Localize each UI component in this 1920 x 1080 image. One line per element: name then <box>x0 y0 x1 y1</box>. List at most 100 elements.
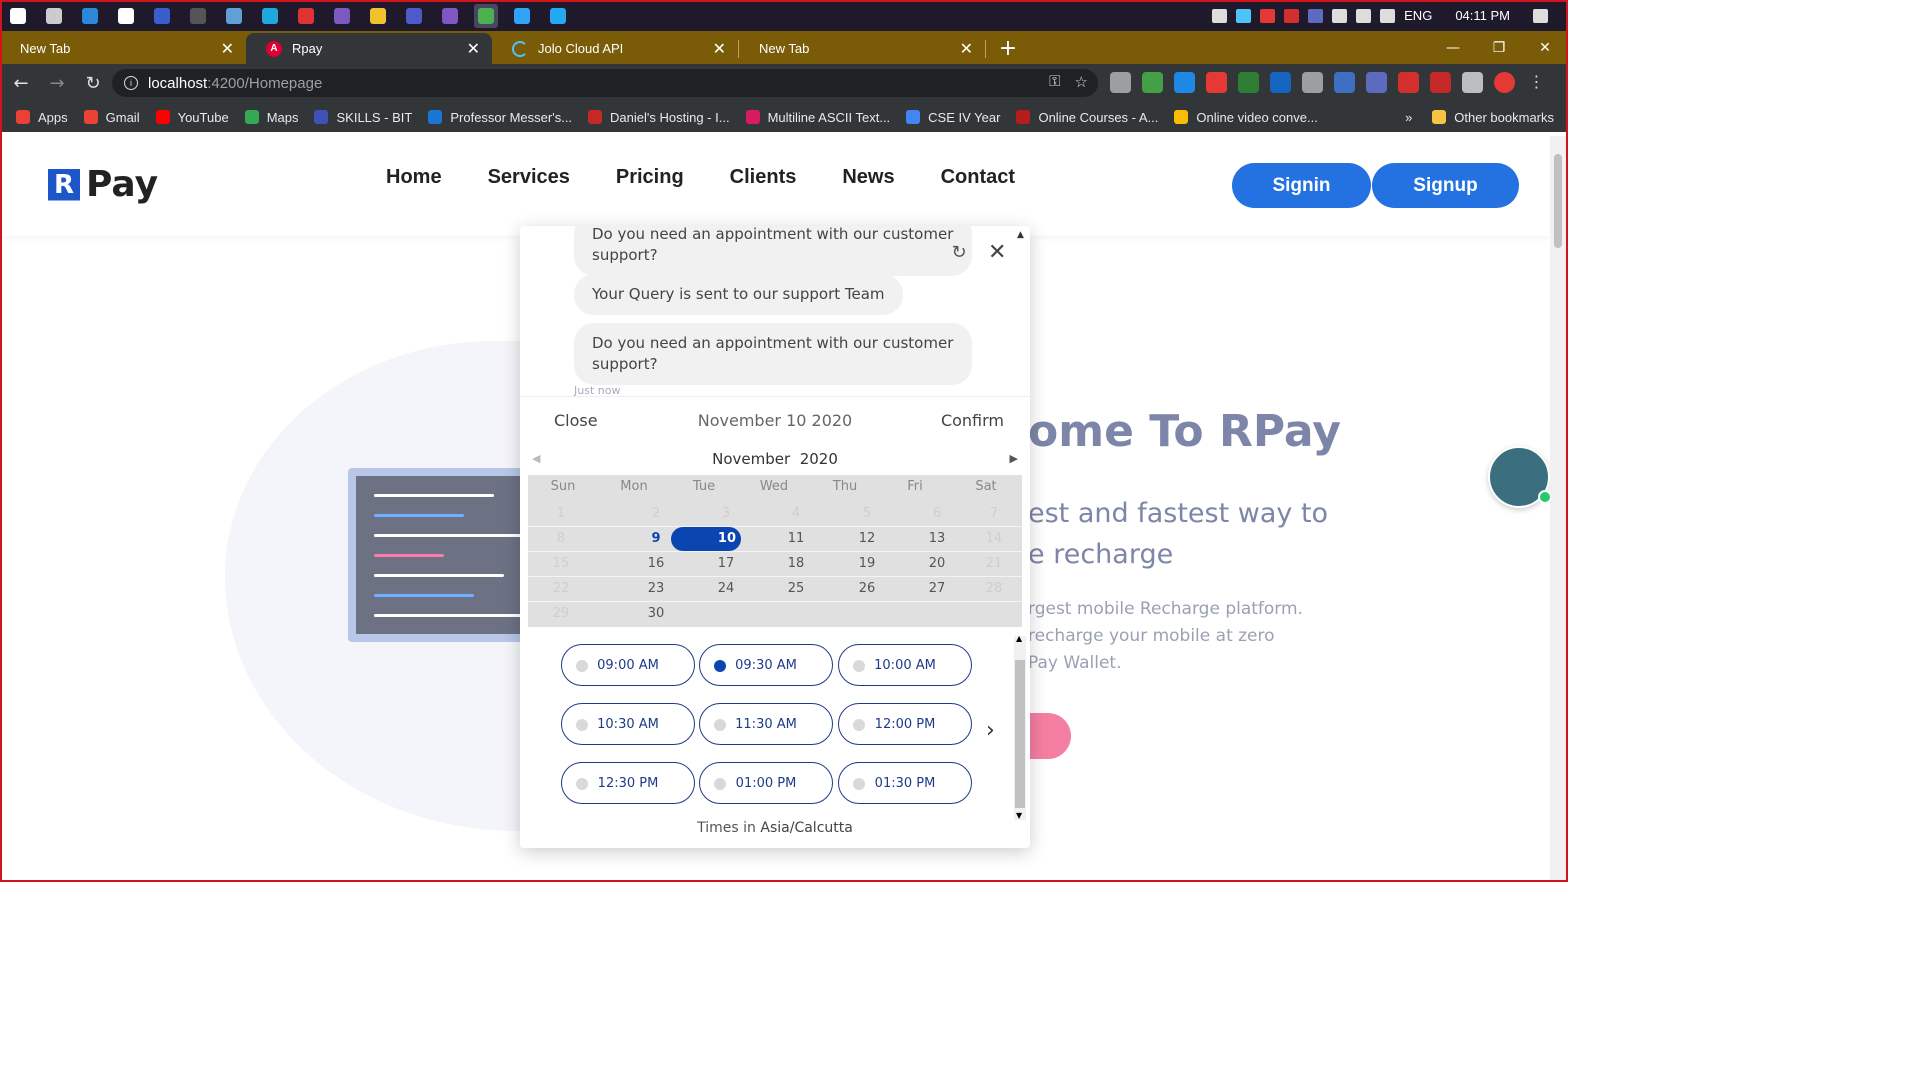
time-slot-option[interactable]: 09:30 AM <box>699 644 833 686</box>
calendar-day[interactable]: 12 <box>832 527 902 551</box>
nav-services[interactable]: Services <box>488 166 570 189</box>
calendar-close-button[interactable]: Close <box>554 411 598 430</box>
bookmark-item[interactable]: Maps <box>244 110 298 125</box>
tray-icon[interactable] <box>1332 8 1348 23</box>
bookmark-item[interactable]: YouTube <box>155 110 229 125</box>
bookmark-item[interactable]: Online Courses - A... <box>1016 110 1158 125</box>
bookmark-item[interactable]: Apps <box>16 110 68 125</box>
refresh-icon[interactable]: ↻ <box>948 241 970 263</box>
calendar-day[interactable]: 11 <box>761 527 831 551</box>
scroll-up-icon[interactable]: ▲ <box>1017 230 1024 240</box>
close-tab-icon[interactable]: ✕ <box>221 39 234 59</box>
task-view-icon[interactable] <box>42 4 66 28</box>
calendar-day[interactable]: 25 <box>761 577 831 601</box>
photos-icon[interactable] <box>222 4 246 28</box>
prev-month-icon[interactable]: ◀ <box>532 444 540 474</box>
signin-button[interactable]: Signin <box>1232 163 1371 208</box>
tray-icon[interactable] <box>1260 8 1276 23</box>
time-slot-option[interactable]: 10:00 AM <box>838 644 972 686</box>
vscode-icon[interactable] <box>546 4 570 28</box>
visio-icon[interactable] <box>150 4 174 28</box>
calendar-day[interactable]: 18 <box>761 552 831 576</box>
bookmark-item[interactable]: CSE IV Year <box>906 110 1000 125</box>
selected-day[interactable]: 10 <box>671 527 741 551</box>
extension-icon[interactable] <box>1142 72 1163 93</box>
reload-icon[interactable]: ↻ <box>78 68 108 98</box>
photoshop-icon[interactable] <box>510 4 534 28</box>
time-slot-option[interactable]: 09:00 AM <box>561 644 695 686</box>
puzzle-icon[interactable] <box>1462 72 1483 93</box>
bookmark-item[interactable]: SKILLS - BIT <box>314 110 412 125</box>
tray-icon[interactable] <box>1212 8 1228 23</box>
scroll-down-icon[interactable]: ▼ <box>1016 811 1022 820</box>
extension-icon[interactable] <box>1398 72 1419 93</box>
page-scrollbar[interactable] <box>1550 136 1566 880</box>
file-explorer-icon[interactable] <box>366 4 390 28</box>
tray-icon[interactable] <box>1380 8 1396 23</box>
extension-icon[interactable] <box>1206 72 1227 93</box>
close-tab-icon[interactable]: ✕ <box>713 39 726 59</box>
calendar-confirm-button[interactable]: Confirm <box>941 411 1004 430</box>
chatbot-avatar[interactable] <box>1488 446 1550 508</box>
visual-studio-icon[interactable] <box>438 4 462 28</box>
time-slot-option[interactable]: 10:30 AM <box>561 703 695 745</box>
nav-news[interactable]: News <box>842 166 894 189</box>
bookmark-item[interactable]: Daniel's Hosting - I... <box>588 110 730 125</box>
screen-tool-icon[interactable] <box>78 4 102 28</box>
extension-icon[interactable] <box>1270 72 1291 93</box>
close-icon[interactable]: ✕ <box>988 240 1006 265</box>
close-tab-icon[interactable]: ✕ <box>467 39 480 59</box>
address-bar[interactable]: i localhost :4200/Homepage ⚿ ☆ <box>112 69 1098 97</box>
restore-icon[interactable]: ❐ <box>1476 31 1522 64</box>
site-info-icon[interactable]: i <box>124 76 138 90</box>
tab-jolo-cloud-api[interactable]: Jolo Cloud API ✕ <box>492 33 738 64</box>
clock[interactable]: 04:11 PM <box>1455 8 1510 23</box>
close-tab-icon[interactable]: ✕ <box>960 39 973 59</box>
start-icon[interactable] <box>6 4 30 28</box>
tray-icon[interactable] <box>1308 8 1324 23</box>
translate-icon[interactable] <box>1334 72 1355 93</box>
tray-icon[interactable] <box>1284 8 1300 23</box>
extension-icon[interactable] <box>1110 72 1131 93</box>
extension-icon[interactable] <box>1302 72 1323 93</box>
chrome-icon[interactable] <box>474 3 498 28</box>
nav-contact[interactable]: Contact <box>941 166 1015 189</box>
extension-icon[interactable] <box>1366 72 1387 93</box>
calendar-day[interactable]: 17 <box>691 552 761 576</box>
time-slot-option[interactable]: 01:00 PM <box>699 762 833 804</box>
tray-icon[interactable] <box>1356 8 1372 23</box>
nav-home[interactable]: Home <box>386 166 442 189</box>
bookmark-item[interactable]: Gmail <box>83 110 140 125</box>
back-icon[interactable]: ← <box>6 68 36 98</box>
profile-icon[interactable] <box>1494 72 1515 93</box>
menu-icon[interactable]: ⋮ <box>1526 72 1547 93</box>
calendar-day[interactable]: 26 <box>832 577 902 601</box>
next-month-icon[interactable]: ▶ <box>1010 444 1018 474</box>
notion-icon[interactable] <box>114 4 138 28</box>
calendar-day[interactable]: 24 <box>691 577 761 601</box>
chevron-right-icon[interactable]: › <box>986 718 995 743</box>
visual-studio-icon[interactable] <box>330 4 354 28</box>
bookmark-item[interactable]: Professor Messer's... <box>428 110 572 125</box>
forward-icon[interactable]: → <box>42 68 72 98</box>
extension-icon[interactable] <box>1238 72 1259 93</box>
terminal-icon[interactable] <box>186 4 210 28</box>
calendar-day[interactable]: 30 <box>621 602 691 626</box>
other-bookmarks-folder[interactable]: Other bookmarks <box>1432 110 1554 125</box>
edge-icon[interactable] <box>258 4 282 28</box>
nav-clients[interactable]: Clients <box>730 166 797 189</box>
bookmark-star-icon[interactable]: ☆ <box>1075 73 1088 91</box>
git-icon[interactable] <box>294 4 318 28</box>
rpay-logo[interactable]: R Pay <box>48 164 158 205</box>
scrollbar-thumb[interactable] <box>1554 154 1562 248</box>
tab-new-tab-2[interactable]: New Tab ✕ <box>739 33 985 64</box>
nav-pricing[interactable]: Pricing <box>616 166 684 189</box>
tray-icon[interactable] <box>1236 8 1252 23</box>
time-slot-option[interactable]: 12:00 PM <box>838 703 972 745</box>
extension-icon[interactable] <box>1430 72 1451 93</box>
slot-scrollbar[interactable]: ▲ ▼ <box>1014 634 1026 820</box>
close-window-icon[interactable]: ✕ <box>1522 31 1568 64</box>
minimize-icon[interactable]: — <box>1430 31 1476 64</box>
more-bookmarks-icon[interactable]: » <box>1405 110 1412 125</box>
time-slot-option[interactable]: 01:30 PM <box>838 762 972 804</box>
